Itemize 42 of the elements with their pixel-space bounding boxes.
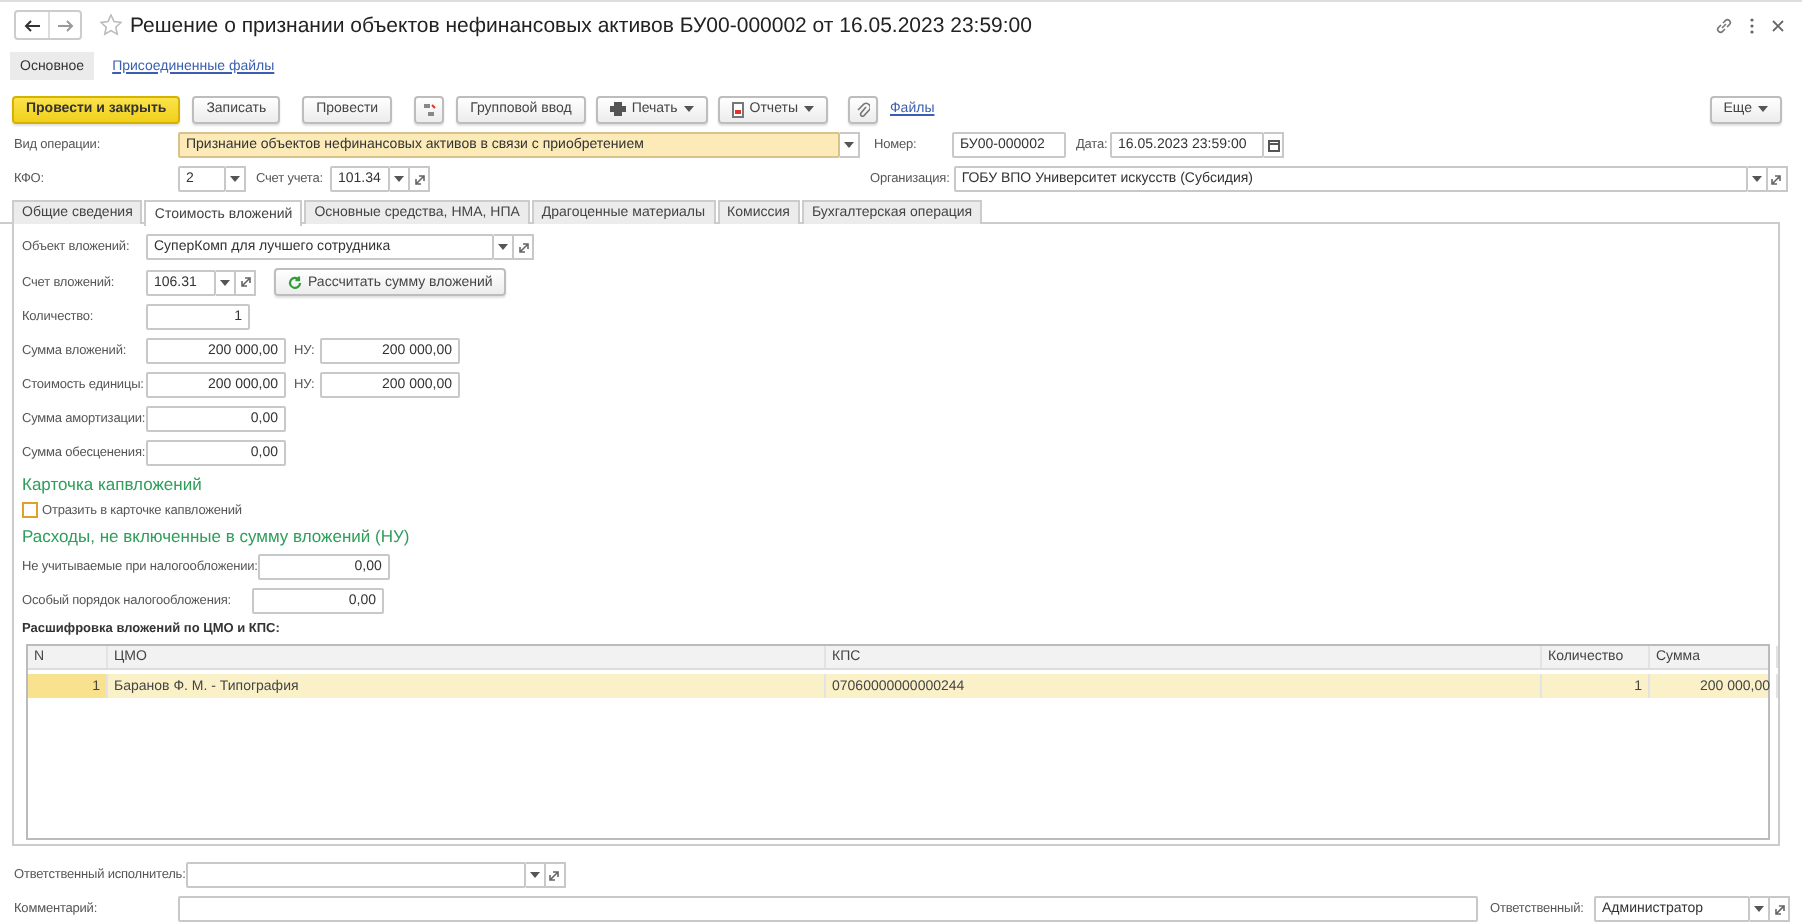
caret-icon: [683, 106, 694, 112]
section-heading: Расходы, не включенные в сумму вложений (НУ): [22, 526, 410, 546]
caret-icon: [1751, 176, 1762, 182]
window-title: Решение о признании объектов нефинансовых активов БУ00-000002 от 16.05.2023 23:59:00: [130, 13, 1034, 37]
dropdown-button[interactable]: [1747, 166, 1768, 192]
attach-button[interactable]: [847, 95, 878, 123]
open-button[interactable]: [545, 862, 566, 888]
caret-icon: [394, 176, 404, 182]
dropdown-button[interactable]: [840, 132, 860, 158]
caret-icon: [498, 244, 508, 250]
dropdown-button[interactable]: [494, 234, 514, 260]
section-heading: Карточка капвложений: [22, 474, 202, 494]
open-button[interactable]: [410, 166, 430, 192]
arrow-left-icon: [24, 19, 40, 31]
open-button[interactable]: [1770, 896, 1790, 922]
open-button[interactable]: [1767, 166, 1788, 192]
caret-icon: [1754, 906, 1764, 912]
arrow-right-icon: [57, 19, 73, 31]
caret-icon: [844, 142, 854, 148]
caret-icon: [220, 279, 230, 285]
calendar-icon: [1267, 139, 1279, 151]
dropdown-button[interactable]: [216, 269, 236, 295]
caret-icon: [803, 106, 814, 112]
report-icon: [731, 101, 744, 117]
caret-icon: [230, 176, 240, 182]
caret-icon: [529, 872, 540, 878]
checkbox[interactable]: [22, 502, 38, 518]
toolbar-button[interactable]: [414, 95, 445, 123]
star-icon[interactable]: [100, 14, 122, 36]
dropdown-button[interactable]: [226, 166, 246, 192]
refresh-icon: [288, 275, 302, 289]
caret-icon: [1758, 106, 1768, 112]
dropdown-button[interactable]: [525, 862, 546, 888]
open-button[interactable]: [514, 234, 534, 260]
input-field[interactable]: [178, 896, 1478, 922]
close-icon[interactable]: [1772, 19, 1784, 31]
dropdown-button[interactable]: [390, 166, 410, 192]
calendar-button[interactable]: [1264, 132, 1284, 158]
paperclip-icon: [855, 101, 870, 117]
dropdown-button[interactable]: [1750, 896, 1770, 922]
input-field[interactable]: [185, 862, 526, 888]
open-button[interactable]: [236, 269, 256, 295]
